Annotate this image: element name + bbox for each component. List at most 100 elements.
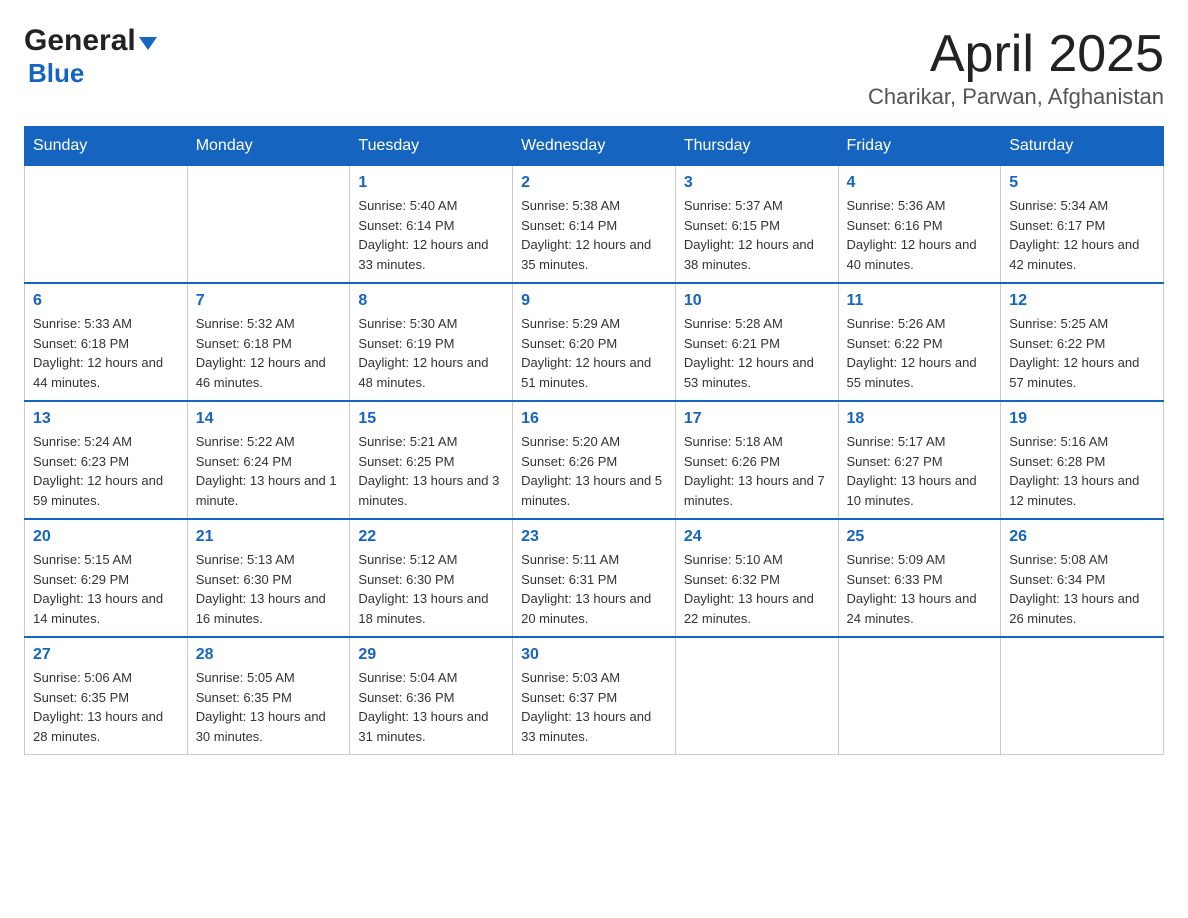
- calendar-cell: 15 Sunrise: 5:21 AMSunset: 6:25 PMDayligh…: [350, 401, 513, 519]
- calendar-cell: [187, 166, 350, 284]
- calendar-header-row: SundayMondayTuesdayWednesdayThursdayFrid…: [25, 127, 1164, 166]
- day-number: 17: [684, 410, 830, 428]
- day-number: 18: [847, 410, 993, 428]
- day-info: Sunrise: 5:22 AMSunset: 6:24 PMDaylight:…: [196, 432, 342, 510]
- day-number: 20: [33, 528, 179, 546]
- day-number: 13: [33, 410, 179, 428]
- calendar-cell: 11Sunrise: 5:26 AMSunset: 6:22 PMDayligh…: [838, 283, 1001, 401]
- day-info: Sunrise: 5:15 AMSunset: 6:29 PMDaylight:…: [33, 550, 179, 628]
- day-number: 11: [847, 292, 993, 310]
- day-number: 6: [33, 292, 179, 310]
- calendar-cell: 18 Sunrise: 5:17 AMSunset: 6:27 PMDayligh…: [838, 401, 1001, 519]
- day-number: 28: [196, 646, 342, 664]
- day-number: 1: [358, 174, 504, 192]
- day-info: Sunrise: 5:36 AMSunset: 6:16 PMDaylight:…: [847, 196, 993, 274]
- day-number: 25: [847, 528, 993, 546]
- day-info: Sunrise: 5:30 AMSunset: 6:19 PMDaylight:…: [358, 314, 504, 392]
- day-number: 24: [684, 528, 830, 546]
- day-info: Sunrise: 5:34 AMSunset: 6:17 PMDaylight:…: [1009, 196, 1155, 274]
- day-number: 23: [521, 528, 667, 546]
- logo-general: General: [24, 24, 136, 58]
- calendar-weekday-sunday: Sunday: [25, 127, 188, 166]
- calendar-cell: 9 Sunrise: 5:29 AMSunset: 6:20 PMDaylight…: [513, 283, 676, 401]
- day-number: 19: [1009, 410, 1155, 428]
- calendar-cell: 12Sunrise: 5:25 AMSunset: 6:22 PMDayligh…: [1001, 283, 1164, 401]
- day-info: Sunrise: 5:40 AMSunset: 6:14 PMDaylight:…: [358, 196, 504, 274]
- day-number: 26: [1009, 528, 1155, 546]
- day-info: Sunrise: 5:10 AMSunset: 6:32 PMDaylight:…: [684, 550, 830, 628]
- calendar-cell: 25 Sunrise: 5:09 AMSunset: 6:33 PMDayligh…: [838, 519, 1001, 637]
- day-info: Sunrise: 5:09 AMSunset: 6:33 PMDaylight:…: [847, 550, 993, 628]
- day-number: 2: [521, 174, 667, 192]
- calendar-cell: [25, 166, 188, 284]
- day-info: Sunrise: 5:11 AMSunset: 6:31 PMDaylight:…: [521, 550, 667, 628]
- calendar-cell: 17 Sunrise: 5:18 AMSunset: 6:26 PMDayligh…: [675, 401, 838, 519]
- calendar-cell: 8 Sunrise: 5:30 AMSunset: 6:19 PMDaylight…: [350, 283, 513, 401]
- day-info: Sunrise: 5:32 AMSunset: 6:18 PMDaylight:…: [196, 314, 342, 392]
- day-info: Sunrise: 5:28 AMSunset: 6:21 PMDaylight:…: [684, 314, 830, 392]
- calendar-cell: 19 Sunrise: 5:16 AMSunset: 6:28 PMDayligh…: [1001, 401, 1164, 519]
- calendar-cell: 14 Sunrise: 5:22 AMSunset: 6:24 PMDayligh…: [187, 401, 350, 519]
- calendar-weekday-monday: Monday: [187, 127, 350, 166]
- calendar-cell: 27Sunrise: 5:06 AMSunset: 6:35 PMDayligh…: [25, 637, 188, 755]
- calendar-cell: 5Sunrise: 5:34 AMSunset: 6:17 PMDaylight…: [1001, 166, 1164, 284]
- day-info: Sunrise: 5:13 AMSunset: 6:30 PMDaylight:…: [196, 550, 342, 628]
- calendar-cell: [838, 637, 1001, 755]
- day-number: 14: [196, 410, 342, 428]
- day-info: Sunrise: 5:21 AMSunset: 6:25 PMDaylight:…: [358, 432, 504, 510]
- day-number: 16: [521, 410, 667, 428]
- page-header: General Blue April 2025 Charikar, Parwan…: [24, 24, 1164, 110]
- day-number: 9: [521, 292, 667, 310]
- calendar-cell: 2 Sunrise: 5:38 AMSunset: 6:14 PMDaylight…: [513, 166, 676, 284]
- calendar-week-row: 13 Sunrise: 5:24 AMSunset: 6:23 PMDayligh…: [25, 401, 1164, 519]
- day-info: Sunrise: 5:18 AMSunset: 6:26 PMDaylight:…: [684, 432, 830, 510]
- day-number: 30: [521, 646, 667, 664]
- day-info: Sunrise: 5:04 AMSunset: 6:36 PMDaylight:…: [358, 668, 504, 746]
- calendar-cell: 16 Sunrise: 5:20 AMSunset: 6:26 PMDayligh…: [513, 401, 676, 519]
- day-info: Sunrise: 5:16 AMSunset: 6:28 PMDaylight:…: [1009, 432, 1155, 510]
- day-number: 8: [358, 292, 504, 310]
- title-block: April 2025 Charikar, Parwan, Afghanistan: [868, 24, 1164, 110]
- calendar-week-row: 6 Sunrise: 5:33 AMSunset: 6:18 PMDaylight…: [25, 283, 1164, 401]
- day-info: Sunrise: 5:37 AMSunset: 6:15 PMDaylight:…: [684, 196, 830, 274]
- day-number: 15: [358, 410, 504, 428]
- day-info: Sunrise: 5:20 AMSunset: 6:26 PMDaylight:…: [521, 432, 667, 510]
- day-number: 22: [358, 528, 504, 546]
- day-info: Sunrise: 5:06 AMSunset: 6:35 PMDaylight:…: [33, 668, 179, 746]
- day-info: Sunrise: 5:24 AMSunset: 6:23 PMDaylight:…: [33, 432, 179, 510]
- day-number: 10: [684, 292, 830, 310]
- calendar-weekday-tuesday: Tuesday: [350, 127, 513, 166]
- day-info: Sunrise: 5:29 AMSunset: 6:20 PMDaylight:…: [521, 314, 667, 392]
- calendar-cell: 4Sunrise: 5:36 AMSunset: 6:16 PMDaylight…: [838, 166, 1001, 284]
- day-info: Sunrise: 5:38 AMSunset: 6:14 PMDaylight:…: [521, 196, 667, 274]
- calendar-weekday-saturday: Saturday: [1001, 127, 1164, 166]
- calendar-cell: 23 Sunrise: 5:11 AMSunset: 6:31 PMDayligh…: [513, 519, 676, 637]
- calendar-cell: [1001, 637, 1164, 755]
- calendar-cell: 7 Sunrise: 5:32 AMSunset: 6:18 PMDaylight…: [187, 283, 350, 401]
- calendar-cell: 10 Sunrise: 5:28 AMSunset: 6:21 PMDayligh…: [675, 283, 838, 401]
- calendar-cell: 3 Sunrise: 5:37 AMSunset: 6:15 PMDaylight…: [675, 166, 838, 284]
- day-number: 12: [1009, 292, 1155, 310]
- calendar-cell: 29Sunrise: 5:04 AMSunset: 6:36 PMDayligh…: [350, 637, 513, 755]
- calendar-weekday-thursday: Thursday: [675, 127, 838, 166]
- day-number: 7: [196, 292, 342, 310]
- calendar-cell: 13 Sunrise: 5:24 AMSunset: 6:23 PMDayligh…: [25, 401, 188, 519]
- logo-arrow-icon: [139, 37, 157, 50]
- calendar-cell: 30 Sunrise: 5:03 AMSunset: 6:37 PMDayligh…: [513, 637, 676, 755]
- calendar-cell: 22 Sunrise: 5:12 AMSunset: 6:30 PMDayligh…: [350, 519, 513, 637]
- calendar-cell: 20 Sunrise: 5:15 AMSunset: 6:29 PMDayligh…: [25, 519, 188, 637]
- calendar-cell: 28Sunrise: 5:05 AMSunset: 6:35 PMDayligh…: [187, 637, 350, 755]
- day-info: Sunrise: 5:08 AMSunset: 6:34 PMDaylight:…: [1009, 550, 1155, 628]
- day-info: Sunrise: 5:03 AMSunset: 6:37 PMDaylight:…: [521, 668, 667, 746]
- calendar-table: SundayMondayTuesdayWednesdayThursdayFrid…: [24, 126, 1164, 755]
- calendar-weekday-friday: Friday: [838, 127, 1001, 166]
- day-number: 21: [196, 528, 342, 546]
- page-title: April 2025: [868, 24, 1164, 84]
- day-info: Sunrise: 5:33 AMSunset: 6:18 PMDaylight:…: [33, 314, 179, 392]
- logo-blue: Blue: [28, 58, 84, 88]
- calendar-cell: 6 Sunrise: 5:33 AMSunset: 6:18 PMDaylight…: [25, 283, 188, 401]
- calendar-cell: 26 Sunrise: 5:08 AMSunset: 6:34 PMDayligh…: [1001, 519, 1164, 637]
- day-number: 3: [684, 174, 830, 192]
- day-info: Sunrise: 5:12 AMSunset: 6:30 PMDaylight:…: [358, 550, 504, 628]
- day-info: Sunrise: 5:17 AMSunset: 6:27 PMDaylight:…: [847, 432, 993, 510]
